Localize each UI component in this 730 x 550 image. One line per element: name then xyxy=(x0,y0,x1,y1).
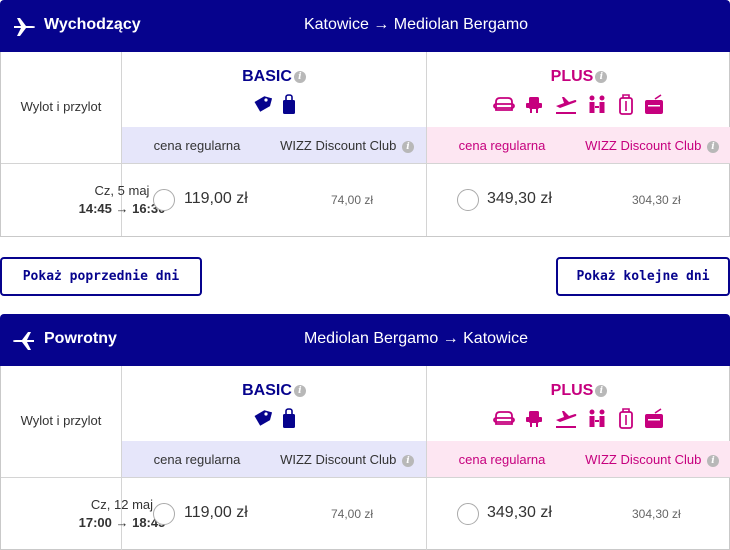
priority-boarding-icon xyxy=(526,411,543,427)
return-departure-arrival-label: Wylot i przylot xyxy=(20,413,102,428)
outbound-basic-regular-label: cena regularna xyxy=(153,138,241,153)
return-basic-club-price: 74,00 zł xyxy=(331,507,374,521)
checked-bag-icon xyxy=(645,408,664,428)
return-basic-icons xyxy=(122,408,426,430)
info-icon[interactable]: i xyxy=(707,454,719,467)
outbound-basic-title-text: BASIC xyxy=(242,68,292,85)
return-basic-title: BASIC i xyxy=(122,382,426,400)
outbound-fare-table: Wylot i przylot BASIC i cena regularna WI… xyxy=(0,52,730,237)
return-plus-regular-label: cena regularna xyxy=(458,452,546,467)
club-label-text: WIZZ Discount Club xyxy=(585,138,702,153)
return-plus-club-label: WIZZ Discount Club i xyxy=(585,452,719,467)
return-basic-title-text: BASIC xyxy=(242,382,292,399)
show-previous-days-button[interactable]: Pokaż poprzednie dni xyxy=(0,257,202,296)
seat-icon xyxy=(492,411,515,425)
check-in-passengers-icon xyxy=(589,95,605,113)
checked-bag-icon xyxy=(645,94,664,114)
info-icon[interactable]: i xyxy=(595,385,608,397)
outbound-basic-price-band: cena regularna WIZZ Discount Club i xyxy=(122,127,426,163)
flight-change-icon xyxy=(555,97,577,114)
trolley-bag-icon xyxy=(618,408,633,429)
return-route: Mediolan Bergamo → Katowice xyxy=(303,330,529,347)
return-basic-price[interactable]: 119,00 zł xyxy=(184,504,248,522)
show-next-days-button[interactable]: Pokaż kolejne dni xyxy=(556,257,730,296)
tag-icon xyxy=(254,96,272,112)
club-label-text: WIZZ Discount Club xyxy=(280,452,397,467)
info-icon[interactable]: i xyxy=(402,140,414,153)
outbound-plus-price[interactable]: 349,30 zł xyxy=(487,190,552,208)
small-bag-icon xyxy=(283,94,296,114)
outbound-header: Wychodzący Katowice → Mediolan Bergamo xyxy=(0,0,730,52)
row-divider xyxy=(1,477,730,478)
outbound-departure-arrival-label: Wylot i przylot xyxy=(20,99,102,114)
outbound-plus-title-text: PLUS xyxy=(550,68,594,85)
info-icon[interactable]: i xyxy=(402,454,414,467)
outbound-basic-title: BASIC i xyxy=(122,68,426,86)
info-icon[interactable]: i xyxy=(595,71,608,83)
outbound-plus-icons xyxy=(427,94,730,116)
outbound-plus-club-label: WIZZ Discount Club i xyxy=(585,138,719,153)
check-in-passengers-icon xyxy=(589,409,605,427)
small-bag-icon xyxy=(283,408,296,428)
info-icon[interactable]: i xyxy=(707,140,719,153)
outbound-plus-price-band: cena regularna WIZZ Discount Club i xyxy=(427,127,730,163)
return-plus-price-radio[interactable] xyxy=(457,503,479,525)
return-plus-icons xyxy=(427,408,730,430)
return-plus-club-price: 304,30 zł xyxy=(632,507,681,521)
return-plus-price-band: cena regularna WIZZ Discount Club i xyxy=(427,441,730,477)
return-plus-title: PLUS i xyxy=(427,382,730,400)
trolley-bag-icon xyxy=(618,94,633,115)
outbound-plus-club-price: 304,30 zł xyxy=(632,193,681,207)
club-label-text: WIZZ Discount Club xyxy=(280,138,397,153)
return-basic-club-label: WIZZ Discount Club i xyxy=(280,452,414,467)
return-basic-price-band: cena regularna WIZZ Discount Club i xyxy=(122,441,426,477)
plane-return-icon xyxy=(13,332,34,350)
outbound-basic-club-price: 74,00 zł xyxy=(331,193,374,207)
outbound-basic-club-label: WIZZ Discount Club i xyxy=(280,138,414,153)
row-divider xyxy=(1,163,730,164)
outbound-plus-price-radio[interactable] xyxy=(457,189,479,211)
return-fare-table: Wylot i przylot BASIC i cena regularna WI… xyxy=(0,366,730,550)
outbound-basic-price-radio[interactable] xyxy=(153,189,175,211)
tag-icon xyxy=(254,410,272,426)
return-basic-regular-label: cena regularna xyxy=(153,452,241,467)
outbound-basic-icons xyxy=(122,94,426,116)
seat-icon xyxy=(492,97,515,111)
outbound-direction-label: Wychodzący xyxy=(44,16,141,33)
plane-departure-icon xyxy=(14,18,35,36)
outbound-route: Katowice → Mediolan Bergamo xyxy=(303,16,529,33)
info-icon[interactable]: i xyxy=(293,71,306,83)
info-icon[interactable]: i xyxy=(293,385,306,397)
return-plus-title-text: PLUS xyxy=(550,382,594,399)
return-plus-price[interactable]: 349,30 zł xyxy=(487,504,552,522)
return-direction-label: Powrotny xyxy=(44,330,117,347)
club-label-text: WIZZ Discount Club xyxy=(585,452,702,467)
return-header: Powrotny Mediolan Bergamo → Katowice xyxy=(0,314,730,366)
outbound-basic-price[interactable]: 119,00 zł xyxy=(184,190,248,208)
outbound-plus-title: PLUS i xyxy=(427,68,730,86)
return-basic-price-radio[interactable] xyxy=(153,503,175,525)
flight-change-icon xyxy=(555,411,577,428)
outbound-plus-regular-label: cena regularna xyxy=(458,138,546,153)
priority-boarding-icon xyxy=(526,97,543,113)
